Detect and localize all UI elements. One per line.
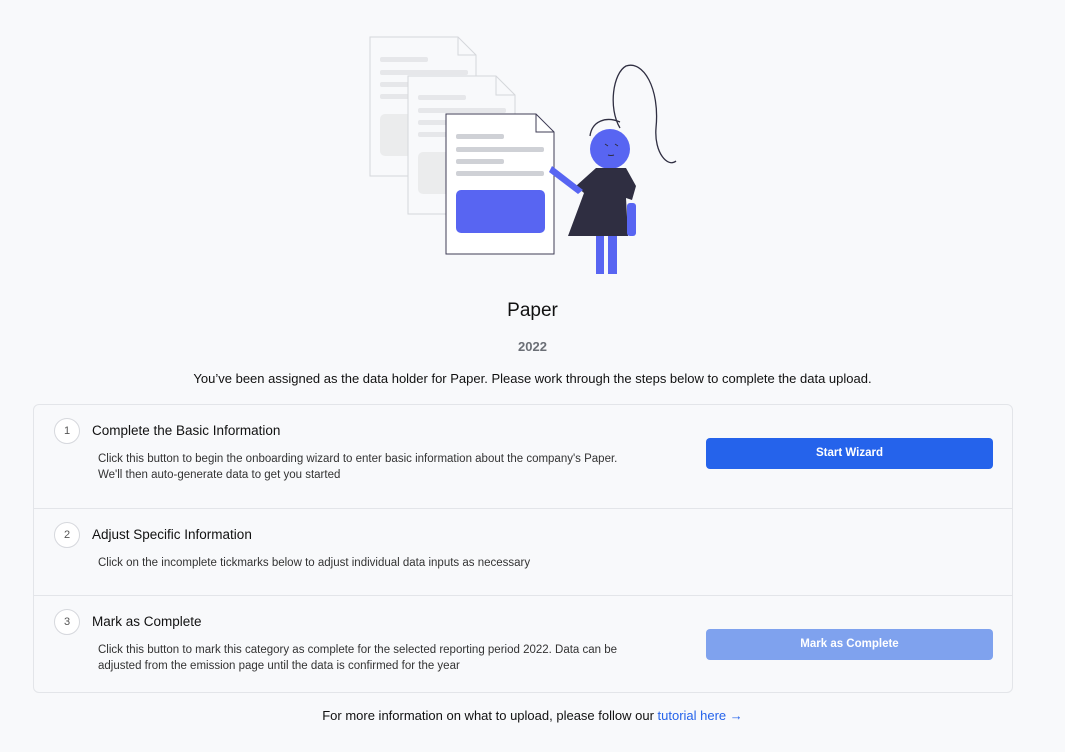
- intro-text: You’ve been assigned as the data holder …: [193, 371, 872, 386]
- step-number: 2: [54, 522, 80, 548]
- tutorial-link[interactable]: tutorial here →: [658, 708, 743, 723]
- step-mark-complete: 3 Mark as Complete Click this button to …: [34, 596, 1012, 692]
- start-wizard-button[interactable]: Start Wizard: [706, 438, 993, 469]
- step-description-line: adjusted from the emission page until th…: [98, 660, 460, 672]
- step-basic-information: 1 Complete the Basic Information Click t…: [34, 405, 1012, 509]
- step-description-line: We'll then auto-generate data to get you…: [98, 469, 341, 481]
- step-specific-information: 2 Adjust Specific Information Click on t…: [34, 509, 1012, 596]
- step-description: Click this button to begin the onboardin…: [98, 451, 658, 483]
- step-number: 3: [54, 609, 80, 635]
- mark-as-complete-button[interactable]: Mark as Complete: [706, 629, 993, 660]
- step-description-line: Click this button to mark this category …: [98, 644, 618, 656]
- step-title: Complete the Basic Information: [92, 423, 281, 438]
- footer-help: For more information on what to upload, …: [0, 708, 1065, 723]
- step-description-line: Click on the incomplete tickmarks below …: [98, 557, 531, 569]
- woman-figure: [549, 64, 677, 274]
- step-description: Click on the incomplete tickmarks below …: [98, 555, 658, 571]
- step-number: 1: [54, 418, 80, 444]
- step-title: Adjust Specific Information: [92, 527, 252, 542]
- step-description: Click this button to mark this category …: [98, 642, 658, 674]
- steps-panel: 1 Complete the Basic Information Click t…: [33, 404, 1013, 693]
- front-document: [445, 113, 555, 255]
- page-year: 2022: [518, 339, 547, 354]
- step-title: Mark as Complete: [92, 614, 202, 629]
- page-title: Paper: [507, 300, 558, 321]
- documents-woman-illustration: [369, 36, 677, 274]
- step-description-line: Click this button to begin the onboardin…: [98, 453, 618, 465]
- footer-text: For more information on what to upload, …: [322, 708, 658, 723]
